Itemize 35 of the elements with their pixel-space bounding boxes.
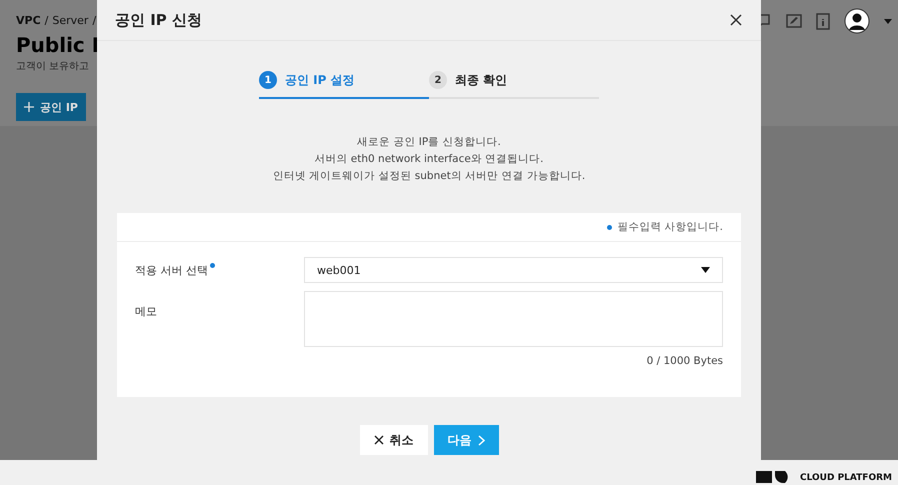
step-tab[interactable]: 2 최종 확인	[429, 71, 599, 99]
create-button[interactable]: 공인 IP	[16, 93, 86, 121]
note-icon[interactable]	[786, 13, 802, 29]
memo-field[interactable]	[304, 291, 723, 347]
description-line: 인터넷 게이트웨이가 설정된 subnet의 서버만 연결 가능합니다.	[272, 169, 586, 183]
breadcrumb-separator: /	[92, 14, 96, 27]
breadcrumb-link[interactable]: VPC	[16, 14, 41, 27]
required-dot	[607, 224, 612, 230]
info-book-icon[interactable]	[816, 12, 830, 30]
chevron-right-icon	[478, 434, 484, 446]
dialog-title: 공인 IP 신청	[115, 10, 202, 30]
field-label: 메모	[135, 304, 157, 319]
avatar-icon[interactable]	[844, 8, 870, 34]
description-line: 서버의 eth0 network interface와 연결됩니다.	[314, 152, 544, 166]
dropdown-caret-icon	[701, 267, 710, 273]
step-number: 2	[429, 71, 447, 89]
description-line: 새로운 공인 IP를 신청합니다.	[357, 135, 501, 149]
field-label: 적용 서버 선택	[135, 263, 208, 278]
plus-icon	[24, 102, 34, 112]
step-tab[interactable]: 1 공인 IP 설정	[259, 71, 429, 99]
required-note: 필수입력 사항입니다.	[617, 220, 723, 234]
server-select[interactable]: web001	[304, 257, 723, 283]
step-number: 1	[259, 71, 277, 89]
step-label: 공인 IP 설정	[285, 72, 355, 88]
breadcrumb-link[interactable]: Server	[52, 14, 88, 27]
logo-text: CLOUD PLATFORM	[800, 473, 892, 483]
byte-counter: 0 / 1000 Bytes	[646, 355, 723, 367]
close-icon	[374, 435, 384, 445]
cancel-button[interactable]: 취소	[360, 425, 428, 455]
close-button[interactable]	[729, 13, 743, 27]
breadcrumb-separator: /	[44, 14, 48, 27]
caret-icon[interactable]	[884, 18, 892, 24]
next-button[interactable]: 다음	[434, 425, 498, 455]
step-label: 최종 확인	[455, 72, 508, 88]
page-subtitle: 고객이 보유하고	[16, 60, 90, 73]
